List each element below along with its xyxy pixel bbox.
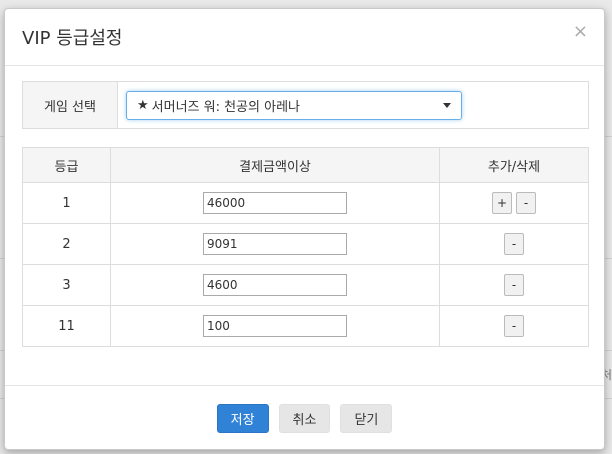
header-actions: 추가/삭제 — [439, 147, 589, 183]
table-row: 11 - — [22, 305, 589, 347]
grade-cell: 2 — [22, 223, 111, 265]
close-icon[interactable]: × — [573, 23, 588, 41]
header-amount: 결제금액이상 — [110, 147, 440, 183]
remove-row-button[interactable]: - — [516, 192, 536, 214]
grade-cell: 11 — [22, 305, 111, 347]
chevron-down-icon — [443, 102, 451, 108]
add-row-button[interactable]: + — [492, 192, 512, 214]
remove-row-button[interactable]: - — [504, 315, 524, 337]
remove-row-button[interactable]: - — [504, 233, 524, 255]
modal-title: VIP 등급설정 — [22, 28, 123, 49]
modal-header: VIP 등급설정 × — [5, 9, 604, 66]
modal-footer: 저장 취소 닫기 — [5, 385, 604, 451]
vip-grade-modal: VIP 등급설정 × 게임 선택 ★ 서머너즈 워: 천공의 아레나 등급 결제… — [4, 8, 605, 450]
header-grade: 등급 — [22, 147, 111, 183]
save-button[interactable]: 저장 — [216, 404, 269, 433]
grade-cell: 1 — [22, 182, 111, 224]
grade-table: 등급 결제금액이상 추가/삭제 1 +- 2 - 3 - — [22, 147, 589, 347]
game-select-dropdown[interactable]: ★ 서머너즈 워: 천공의 아레나 — [126, 90, 462, 120]
table-row: 3 - — [22, 264, 589, 306]
table-row: 1 +- — [22, 182, 589, 224]
star-icon: ★ — [137, 97, 149, 113]
game-select-value: 서머너즈 워: 천공의 아레나 — [151, 99, 300, 115]
amount-input[interactable] — [203, 192, 347, 214]
amount-input[interactable] — [203, 274, 347, 296]
amount-input[interactable] — [203, 315, 347, 337]
game-select-row: 게임 선택 ★ 서머너즈 워: 천공의 아레나 — [22, 81, 589, 129]
table-header-row: 등급 결제금액이상 추가/삭제 — [22, 147, 589, 183]
amount-input[interactable] — [203, 233, 347, 255]
close-button[interactable]: 닫기 — [340, 404, 393, 433]
grade-cell: 3 — [22, 264, 111, 306]
game-select-label: 게임 선택 — [23, 82, 118, 128]
table-row: 2 - — [22, 223, 589, 265]
remove-row-button[interactable]: - — [504, 274, 524, 296]
cancel-button[interactable]: 취소 — [278, 404, 331, 433]
